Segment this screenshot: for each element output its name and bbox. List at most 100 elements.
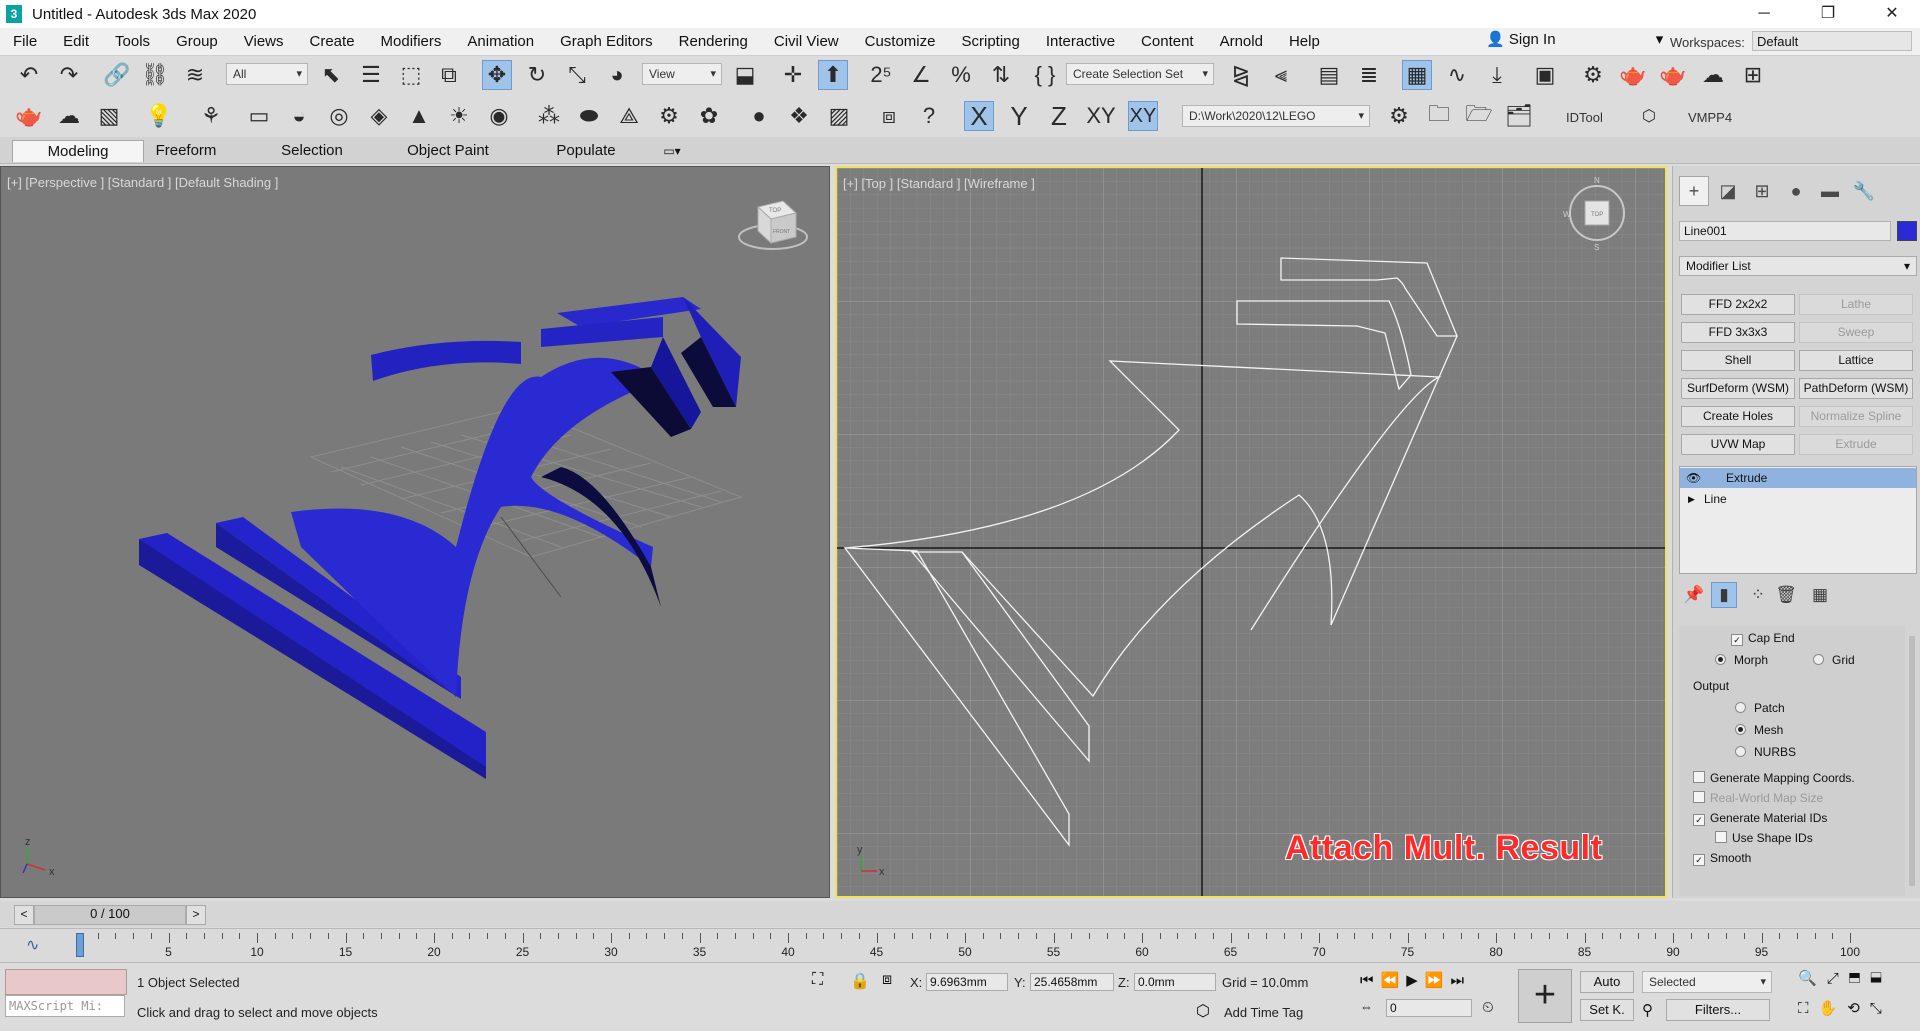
bind-space-warp-icon[interactable]: ≋ [180, 60, 210, 90]
top-viewport-label[interactable]: [+] [Top ] [Standard ] [Wireframe ] [843, 176, 1035, 191]
utilities-tab-icon[interactable]: 🔧 [1849, 176, 1879, 206]
ribbon-toggle-icon[interactable]: ▦ [1402, 60, 1432, 90]
make-unique-icon[interactable]: ⁘ [1745, 582, 1771, 608]
modify-tab-icon[interactable]: ◪ [1713, 176, 1743, 206]
isolate-selection-icon[interactable]: ⛶ [812, 971, 823, 989]
folder-move-icon[interactable]: 🗁 [1464, 101, 1494, 131]
modifier-normalize-spline-button[interactable]: Normalize Spline [1799, 406, 1913, 427]
time-marker[interactable] [76, 933, 84, 957]
render-cloud-icon[interactable]: ☁ [1698, 60, 1728, 90]
tab-object-paint[interactable]: Object Paint [392, 140, 504, 162]
minimize-button[interactable]: ─ [1736, 0, 1792, 28]
named-selection-icon[interactable]: { } [1030, 60, 1060, 90]
modifier-lathe-button[interactable]: Lathe [1799, 294, 1913, 315]
hex-icon[interactable]: ⬡ [1634, 101, 1664, 131]
foliage-icon[interactable]: ✿ [694, 101, 724, 131]
tab-selection[interactable]: Selection [266, 140, 358, 162]
time-tag-icon[interactable]: ⬡ [1196, 1001, 1210, 1021]
menu-customize[interactable]: Customize [852, 28, 949, 55]
modifier-create-holes-button[interactable]: Create Holes [1681, 406, 1795, 427]
viewcube-persp[interactable]: TOP FRONT [738, 200, 808, 250]
tab-populate[interactable]: Populate [540, 140, 632, 162]
modifier-lattice-button[interactable]: Lattice [1799, 350, 1913, 371]
render-grid-icon[interactable]: ⊞ [1738, 60, 1768, 90]
panel-scrollbar[interactable] [1909, 636, 1915, 886]
remove-modifier-icon[interactable]: 🗑 [1773, 582, 1799, 608]
top-viewport[interactable]: TOP N S W y x [+] [Top ] [Standard ] [Wi… [835, 166, 1667, 898]
material-sphere-icon[interactable]: ● [744, 101, 774, 131]
show-end-result-icon[interactable]: ▮ [1711, 582, 1737, 608]
box-icon[interactable]: ▭ [244, 101, 274, 131]
menu-edit[interactable]: Edit [50, 28, 102, 55]
render-frame-icon[interactable]: ▧ [94, 101, 124, 131]
hedra-icon[interactable]: ◈ [364, 101, 394, 131]
axis-z-button[interactable]: Z [1044, 101, 1074, 131]
zoom-all-icon[interactable]: ⤢ [1827, 970, 1849, 987]
folder-export-icon[interactable]: 🗂 [1504, 101, 1534, 131]
key-set-dropdown[interactable]: Selected [1642, 971, 1772, 993]
add-time-tag-button[interactable]: Add Time Tag [1224, 1005, 1303, 1020]
zoom-extents-all-icon[interactable]: ⬓ [1870, 970, 1892, 987]
sun-icon[interactable]: ☀ [444, 101, 474, 131]
create-tab-icon[interactable]: + [1679, 176, 1709, 206]
ribbon-options-icon[interactable]: ▭▾ [656, 140, 688, 162]
select-and-rotate-icon[interactable]: ↻ [522, 60, 552, 90]
render-setup-icon[interactable]: ⚙ [1578, 60, 1608, 90]
modifier-shell-button[interactable]: Shell [1681, 350, 1795, 371]
mesh-radio[interactable]: Mesh [1735, 722, 1783, 738]
eye-icon[interactable]: 👁 [1686, 468, 1701, 488]
teapot-icon[interactable]: 🫖 [14, 101, 44, 131]
select-and-scale-icon[interactable]: ⤡ [562, 60, 592, 90]
modifier-ffd-3x3x3-button[interactable]: FFD 3x3x3 [1681, 322, 1795, 343]
go-to-end-icon[interactable]: ⏭ [1450, 972, 1471, 989]
close-button[interactable]: ✕ [1864, 0, 1920, 28]
field-of-view-icon[interactable]: ⛶ [1798, 1000, 1819, 1017]
layer-explorer-icon[interactable]: ≣ [1354, 60, 1384, 90]
next-frame-icon[interactable]: ⏩ [1425, 972, 1451, 989]
y-coordinate-field[interactable]: 25.4658mm [1030, 973, 1114, 991]
select-by-name-icon[interactable]: ☰ [356, 60, 386, 90]
modifier-surfdeform-button[interactable]: SurfDeform (WSM) [1681, 378, 1795, 399]
schematic-view-icon[interactable]: ⤓ [1482, 60, 1512, 90]
current-frame-field[interactable]: 0 [1386, 999, 1472, 1017]
track-bar[interactable]: ∿ 05101520253035404550556065707580859095… [0, 928, 1920, 963]
curve-editor-icon[interactable]: ∿ [1442, 60, 1472, 90]
perspective-viewport[interactable]: [+] [Perspective ] [Standard ] [Default … [0, 166, 830, 898]
set-key-icon[interactable]: + [1518, 969, 1572, 1023]
auto-key-button[interactable]: Auto [1580, 971, 1634, 993]
pan-icon[interactable]: ✋ [1819, 1000, 1848, 1017]
transform-center-icon[interactable]: ✛ [778, 60, 808, 90]
menu-interactive[interactable]: Interactive [1033, 28, 1128, 55]
select-object-icon[interactable]: ⬉ [316, 60, 346, 90]
menu-help[interactable]: Help [1276, 28, 1333, 55]
align-icon[interactable]: ⫷ [1266, 60, 1296, 90]
sphere-icon[interactable]: ◒ [284, 101, 314, 131]
cone-icon[interactable]: ▲ [404, 101, 434, 131]
menu-content[interactable]: Content [1128, 28, 1207, 55]
grid-radio[interactable]: Grid [1813, 652, 1855, 668]
unlink-icon[interactable]: ⛓ [140, 60, 170, 90]
modifier-sweep-button[interactable]: Sweep [1799, 322, 1913, 343]
menu-modifiers[interactable]: Modifiers [368, 28, 455, 55]
menu-tools[interactable]: Tools [102, 28, 163, 55]
torus-icon[interactable]: ◎ [324, 101, 354, 131]
menu-views[interactable]: Views [231, 28, 297, 55]
object-color-swatch[interactable] [1897, 221, 1917, 241]
maximize-button[interactable]: ❐ [1800, 0, 1856, 28]
zoom-icon[interactable]: 🔍 [1798, 970, 1827, 987]
spinner-snap-icon[interactable]: ⇅ [986, 60, 1016, 90]
material-grid-icon[interactable]: ❖ [784, 101, 814, 131]
modifier-uvw-map-button[interactable]: UVW Map [1681, 434, 1795, 455]
redo-icon[interactable]: ↷ [54, 60, 84, 90]
scene-explorer-icon[interactable]: ▤ [1314, 60, 1344, 90]
modifier-extrude-button[interactable]: Extrude [1799, 434, 1913, 455]
stack-item-extrude[interactable]: 👁 Extrude [1680, 468, 1916, 488]
vmpp-label[interactable]: VMPP4 [1688, 110, 1732, 125]
rectangular-selection-icon[interactable]: ⬚ [396, 60, 426, 90]
project-path-dropdown[interactable]: D:\Work\2020\12\LEGO [1182, 105, 1370, 127]
light-icon[interactable]: 💡 [144, 101, 174, 131]
menu-file[interactable]: File [0, 28, 50, 55]
patch-radio[interactable]: Patch [1735, 700, 1785, 716]
filters-button[interactable]: Filters... [1666, 999, 1770, 1021]
particle-icon[interactable]: ⁂ [534, 101, 564, 131]
